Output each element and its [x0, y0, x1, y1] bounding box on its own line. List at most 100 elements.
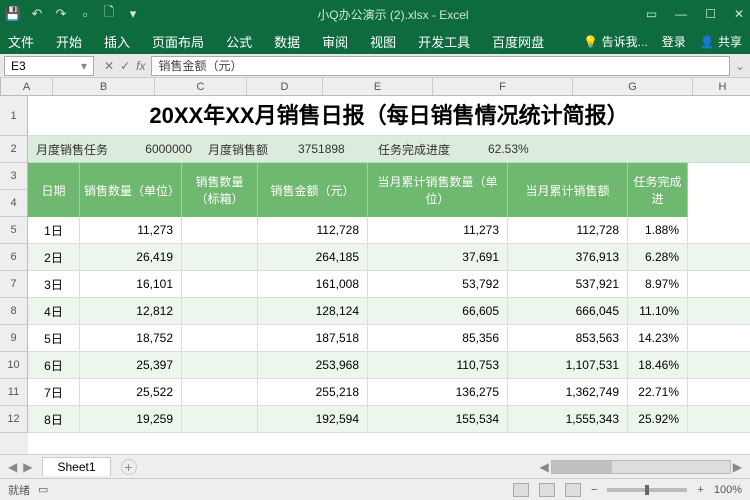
table-cell[interactable]: 25.92% [628, 406, 688, 432]
table-cell[interactable]: 18.46% [628, 352, 688, 378]
table-cell[interactable]: 112,728 [258, 217, 368, 243]
table-cell[interactable]: 12,812 [80, 298, 182, 324]
new-icon[interactable]: ▫ [78, 7, 92, 21]
tab-baidu[interactable]: 百度网盘 [492, 32, 544, 51]
row-header[interactable]: 3 [0, 163, 28, 190]
row-header[interactable]: 9 [0, 325, 28, 352]
fx-confirm-icon[interactable]: ✓ [120, 59, 130, 73]
formula-input[interactable]: 销售金额（元） [151, 56, 730, 76]
fx-cancel-icon[interactable]: ✕ [104, 59, 114, 73]
table-cell[interactable]: 5日 [28, 325, 80, 351]
table-cell[interactable]: 1,555,343 [508, 406, 628, 432]
minimize-icon[interactable]: — [675, 7, 687, 21]
table-cell[interactable]: 11,273 [80, 217, 182, 243]
maximize-icon[interactable]: ☐ [705, 7, 716, 21]
table-cell[interactable]: 6日 [28, 352, 80, 378]
tab-developer[interactable]: 开发工具 [418, 32, 470, 51]
table-cell[interactable]: 85,356 [368, 325, 508, 351]
col-header[interactable]: F [433, 78, 573, 95]
col-header[interactable]: H [693, 78, 750, 95]
col-header[interactable]: D [247, 78, 323, 95]
table-cell[interactable]: 255,218 [258, 379, 368, 405]
row-header[interactable]: 10 [0, 352, 28, 379]
table-cell[interactable]: 376,913 [508, 244, 628, 270]
table-cell[interactable]: 7日 [28, 379, 80, 405]
signin-button[interactable]: 登录 [662, 33, 686, 50]
view-normal-icon[interactable] [513, 483, 529, 497]
zoom-in-icon[interactable]: + [697, 484, 703, 496]
table-cell[interactable]: 11,273 [368, 217, 508, 243]
qat-more-icon[interactable]: ▾ [126, 7, 140, 21]
tab-next-icon[interactable]: ▶ [23, 460, 32, 474]
table-cell[interactable]: 112,728 [508, 217, 628, 243]
table-cell[interactable]: 1,362,749 [508, 379, 628, 405]
table-cell[interactable]: 853,563 [508, 325, 628, 351]
table-cell[interactable] [182, 298, 258, 324]
row-header[interactable]: 8 [0, 298, 28, 325]
add-sheet-icon[interactable]: + [121, 459, 137, 475]
row-header[interactable]: 1 [0, 96, 28, 136]
table-cell[interactable]: 6.28% [628, 244, 688, 270]
table-cell[interactable] [182, 406, 258, 432]
table-row[interactable]: 7日25,522255,218136,2751,362,74922.71% [28, 379, 750, 406]
table-cell[interactable]: 155,534 [368, 406, 508, 432]
table-cell[interactable]: 1日 [28, 217, 80, 243]
tab-prev-icon[interactable]: ◀ [8, 460, 17, 474]
table-cell[interactable] [182, 379, 258, 405]
table-cell[interactable]: 11.10% [628, 298, 688, 324]
table-cell[interactable]: 666,045 [508, 298, 628, 324]
zoom-level[interactable]: 100% [714, 484, 742, 496]
view-layout-icon[interactable] [539, 483, 555, 497]
row-header[interactable]: 6 [0, 244, 28, 271]
tab-insert[interactable]: 插入 [104, 32, 130, 51]
tab-formulas[interactable]: 公式 [226, 32, 252, 51]
col-header[interactable]: E [323, 78, 433, 95]
row-header[interactable]: 4 [0, 190, 28, 217]
table-cell[interactable]: 53,792 [368, 271, 508, 297]
share-button[interactable]: 👤 共享 [700, 33, 742, 50]
row-header[interactable]: 2 [0, 136, 28, 163]
table-cell[interactable]: 25,522 [80, 379, 182, 405]
table-cell[interactable]: 25,397 [80, 352, 182, 378]
table-row[interactable]: 5日18,752187,51885,356853,56314.23% [28, 325, 750, 352]
hscroll[interactable]: ◀▶ [540, 460, 742, 474]
table-cell[interactable]: 1,107,531 [508, 352, 628, 378]
col-header[interactable]: A [1, 78, 53, 95]
table-cell[interactable]: 8日 [28, 406, 80, 432]
table-row[interactable]: 2日26,419264,18537,691376,9136.28% [28, 244, 750, 271]
table-cell[interactable]: 192,594 [258, 406, 368, 432]
table-cell[interactable]: 18,752 [80, 325, 182, 351]
tell-me[interactable]: 💡 告诉我... [583, 33, 647, 50]
close-icon[interactable]: ✕ [734, 7, 744, 21]
row-header[interactable]: 7 [0, 271, 28, 298]
tab-layout[interactable]: 页面布局 [152, 32, 204, 51]
ribbon-options-icon[interactable]: ▭ [646, 7, 657, 21]
macro-icon[interactable]: ▭ [38, 483, 48, 496]
row-header[interactable]: 11 [0, 379, 28, 406]
grid[interactable]: 20XX年XX月销售日报（每日销售情况统计简报） 月度销售任务 6000000 … [28, 96, 750, 454]
table-row[interactable]: 6日25,397 253,968110,7531,107,53118.46% [28, 352, 750, 379]
col-header[interactable]: G [573, 78, 693, 95]
table-cell[interactable]: 3日 [28, 271, 80, 297]
sheet-tab[interactable]: Sheet1 [42, 457, 110, 476]
table-cell[interactable]: 4日 [28, 298, 80, 324]
table-cell[interactable]: 253,968 [258, 352, 368, 378]
table-cell[interactable]: 537,921 [508, 271, 628, 297]
table-cell[interactable]: 2日 [28, 244, 80, 270]
table-row[interactable]: 8日19,259192,594155,5341,555,34325.92% [28, 406, 750, 433]
table-cell[interactable]: 187,518 [258, 325, 368, 351]
table-cell[interactable]: 128,124 [258, 298, 368, 324]
table-cell[interactable]: 16,101 [80, 271, 182, 297]
zoom-out-icon[interactable]: − [591, 484, 597, 496]
table-cell[interactable]: 110,753 [368, 352, 508, 378]
fx-expand-icon[interactable]: ⌄ [730, 59, 750, 73]
col-header[interactable]: B [53, 78, 155, 95]
tab-review[interactable]: 审阅 [322, 32, 348, 51]
preview-icon[interactable]: 🗋 [102, 7, 116, 21]
col-header[interactable]: C [155, 78, 247, 95]
table-row[interactable]: 3日16,101161,00853,792537,9218.97% [28, 271, 750, 298]
table-cell[interactable] [182, 217, 258, 243]
tab-file[interactable]: 文件 [8, 32, 34, 51]
fx-icon[interactable]: fx [136, 59, 145, 73]
table-cell[interactable]: 66,605 [368, 298, 508, 324]
